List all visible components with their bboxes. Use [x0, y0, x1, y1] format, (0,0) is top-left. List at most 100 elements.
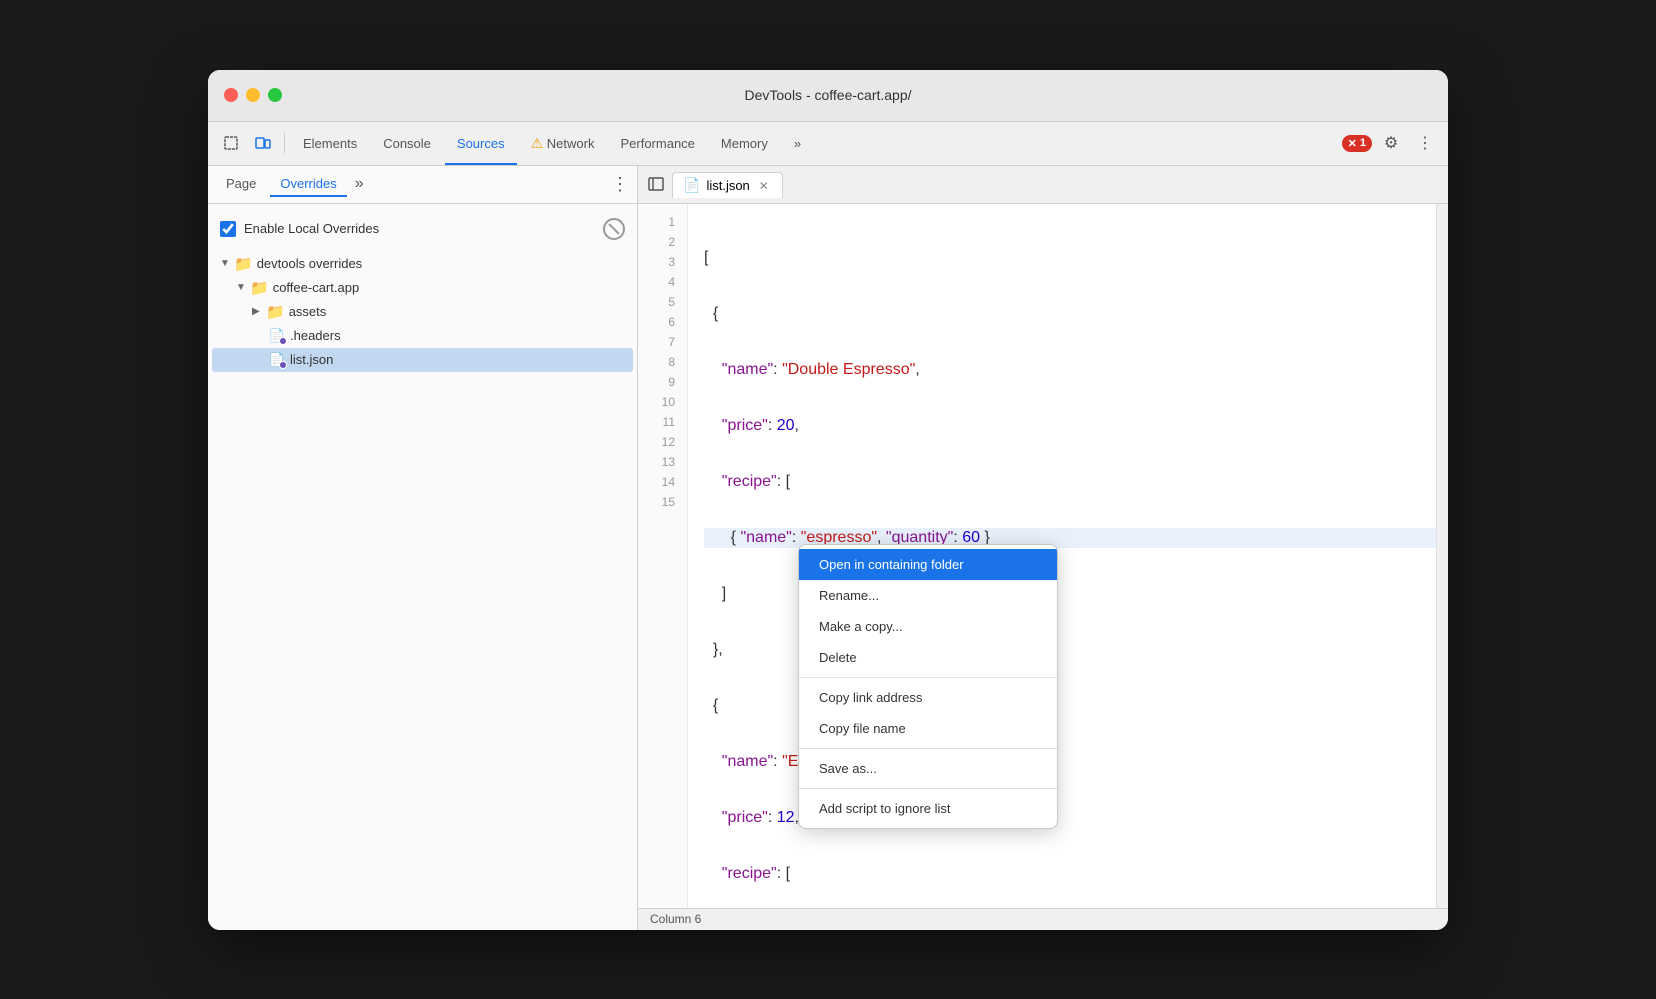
editor-wrapper: 1 2 3 4 5 6 7 8 9 10 11 12 13 14 [638, 204, 1448, 930]
code-line-2: { [704, 304, 1436, 324]
more-options-icon[interactable]: ⋮ [1410, 129, 1440, 157]
chevron-icon: ▶ [252, 306, 262, 317]
line-num-11: 11 [638, 412, 687, 432]
line-num-3: 3 [638, 252, 687, 272]
file-tab-icon: 📄 [683, 177, 700, 194]
tab-performance[interactable]: Performance [608, 127, 706, 159]
editor-file-tab[interactable]: 📄 list.json ✕ [672, 172, 783, 198]
line-num-5: 5 [638, 292, 687, 312]
select-element-icon[interactable] [216, 129, 246, 157]
status-bar: Column 6 [638, 908, 1448, 930]
line-num-12: 12 [638, 432, 687, 452]
network-warning-icon: ⚠ [531, 135, 544, 151]
line-num-9: 9 [638, 372, 687, 392]
settings-icon[interactable]: ⚙ [1376, 129, 1406, 157]
toolbar-right: ✕ 1 ⚙ ⋮ [1342, 129, 1440, 157]
devtools-window: DevTools - coffee-cart.app/ Elements Con… [208, 70, 1448, 930]
traffic-lights [224, 88, 282, 102]
context-menu-item-copy-link[interactable]: Copy link address [799, 682, 1057, 713]
code-line-1: [ [704, 248, 1436, 268]
context-menu-item-copy-file[interactable]: Copy file name [799, 713, 1057, 744]
context-menu-item-open-folder[interactable]: Open in containing folder [799, 549, 1057, 580]
line-numbers: 1 2 3 4 5 6 7 8 9 10 11 12 13 14 [638, 204, 688, 908]
column-status: Column 6 [650, 912, 701, 926]
tree-item-label: .headers [290, 328, 341, 343]
title-bar: DevTools - coffee-cart.app/ [208, 70, 1448, 122]
minimize-button[interactable] [246, 88, 260, 102]
editor-inner: 1 2 3 4 5 6 7 8 9 10 11 12 13 14 [638, 204, 1448, 908]
context-menu-separator-3 [799, 788, 1057, 789]
line-num-2: 2 [638, 232, 687, 252]
tree-item-list-json[interactable]: 📄 list.json [212, 348, 633, 372]
tab-memory[interactable]: Memory [709, 127, 780, 159]
line-num-8: 8 [638, 352, 687, 372]
code-line-3: "name": "Double Espresso", [704, 360, 1436, 380]
close-tab-button[interactable]: ✕ [756, 178, 772, 194]
file-icon-container: 📄 [268, 327, 286, 345]
content-area: Page Overrides » ⋮ Enable Local Override… [208, 166, 1448, 930]
line-num-13: 13 [638, 452, 687, 472]
folder-icon: 📁 [234, 255, 253, 273]
chevron-icon: ▼ [236, 282, 246, 293]
tab-network[interactable]: ⚠ Network [519, 127, 607, 159]
editor-area: 📄 list.json ✕ 1 2 3 4 5 6 7 [638, 166, 1448, 930]
code-line-12: "recipe": [ [704, 864, 1436, 884]
tree-item-headers[interactable]: 📄 .headers [212, 324, 633, 348]
context-menu-item-add-ignore[interactable]: Add script to ignore list [799, 793, 1057, 824]
line-num-1: 1 [638, 212, 687, 232]
error-badge[interactable]: ✕ 1 [1342, 135, 1372, 152]
sidebar-tabs: Page Overrides » ⋮ [208, 166, 637, 204]
folder-icon: 📁 [266, 303, 285, 321]
tree-item-label: assets [289, 304, 327, 319]
device-toolbar-icon[interactable] [248, 129, 278, 157]
tree-item-assets[interactable]: ▶ 📁 assets [212, 300, 633, 324]
enable-overrides-row: Enable Local Overrides [212, 212, 633, 252]
block-icon[interactable] [603, 218, 625, 240]
context-menu-item-make-copy[interactable]: Make a copy... [799, 611, 1057, 642]
file-tab-name: list.json [706, 178, 749, 193]
file-icon-container: 📄 [268, 351, 286, 369]
line-num-15: 15 [638, 492, 687, 512]
sidebar-content: Enable Local Overrides ▼ 📁 devtools over… [208, 204, 637, 930]
line-num-6: 6 [638, 312, 687, 332]
enable-overrides-label: Enable Local Overrides [244, 221, 379, 236]
tab-sources[interactable]: Sources [445, 127, 517, 159]
scrollbar[interactable] [1436, 204, 1448, 908]
window-title: DevTools - coffee-cart.app/ [744, 87, 911, 103]
file-override-dot [279, 337, 287, 345]
tree-item-coffee-cart[interactable]: ▼ 📁 coffee-cart.app [212, 276, 633, 300]
line-num-4: 4 [638, 272, 687, 292]
sidebar-tab-page[interactable]: Page [216, 172, 266, 197]
context-menu-separator-1 [799, 677, 1057, 678]
line-num-10: 10 [638, 392, 687, 412]
line-num-14: 14 [638, 472, 687, 492]
context-menu-item-save-as[interactable]: Save as... [799, 753, 1057, 784]
file-override-dot [279, 361, 287, 369]
editor-tabs-bar: 📄 list.json ✕ [638, 166, 1448, 204]
tab-elements[interactable]: Elements [291, 127, 369, 159]
context-menu: Open in containing folder Rename... Make… [798, 544, 1058, 829]
sidebar-menu-button[interactable]: ⋮ [611, 174, 629, 195]
code-line-5: "recipe": [ [704, 472, 1436, 492]
enable-overrides-checkbox[interactable] [220, 221, 236, 237]
main-toolbar: Elements Console Sources ⚠ Network Perfo… [208, 122, 1448, 166]
file-tree: ▼ 📁 devtools overrides ▼ 📁 coffee-cart.a… [212, 252, 633, 372]
folder-icon: 📁 [250, 279, 269, 297]
context-menu-item-rename[interactable]: Rename... [799, 580, 1057, 611]
close-button[interactable] [224, 88, 238, 102]
fullscreen-button[interactable] [268, 88, 282, 102]
code-line-4: "price": 20, [704, 416, 1436, 436]
tree-item-devtools-overrides[interactable]: ▼ 📁 devtools overrides [212, 252, 633, 276]
sidebar: Page Overrides » ⋮ Enable Local Override… [208, 166, 638, 930]
toolbar-divider-1 [284, 133, 285, 153]
tab-console[interactable]: Console [371, 127, 443, 159]
context-menu-item-delete[interactable]: Delete [799, 642, 1057, 673]
sidebar-tab-overrides[interactable]: Overrides [270, 172, 346, 197]
more-tabs-button[interactable]: » [782, 127, 813, 159]
tree-item-label: devtools overrides [257, 256, 363, 271]
line-num-7: 7 [638, 332, 687, 352]
sidebar-tab-more[interactable]: » [351, 175, 368, 193]
tree-item-label: coffee-cart.app [273, 280, 359, 295]
tree-item-label: list.json [290, 352, 333, 367]
sidebar-toggle-icon[interactable] [642, 170, 670, 198]
